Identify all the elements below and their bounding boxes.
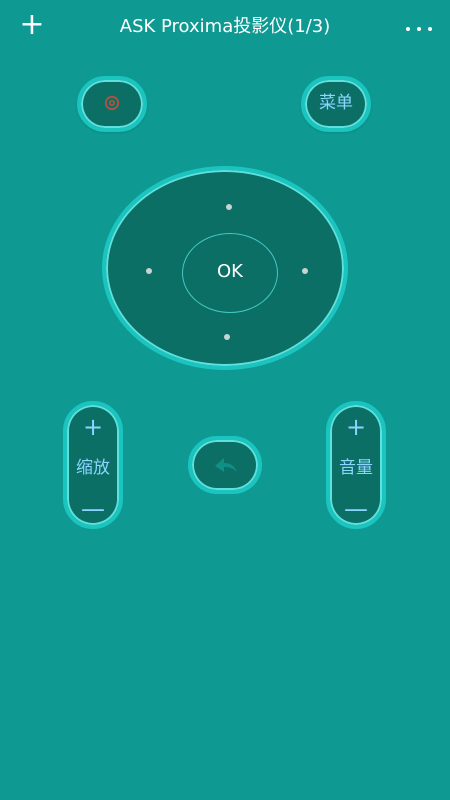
- more-dot: [417, 27, 421, 31]
- volume-control: + 音量 —: [326, 401, 386, 529]
- power-button[interactable]: [77, 76, 147, 132]
- zoom-control: + 缩放 —: [63, 401, 123, 529]
- more-dot: [428, 27, 432, 31]
- volume-up-button[interactable]: +: [330, 415, 382, 439]
- zoom-label: 缩放: [76, 458, 110, 478]
- menu-label: 菜单: [319, 93, 353, 113]
- menu-button[interactable]: 菜单: [301, 76, 371, 132]
- direction-pad: OK: [102, 166, 348, 370]
- zoom-out-button[interactable]: —: [67, 497, 119, 521]
- volume-label: 音量: [339, 458, 373, 478]
- ok-label: OK: [217, 261, 243, 282]
- add-button[interactable]: +: [19, 10, 45, 41]
- plus-icon: +: [19, 7, 45, 42]
- volume-down-button[interactable]: —: [330, 497, 382, 521]
- up-button[interactable]: [226, 204, 232, 210]
- right-button[interactable]: [302, 268, 308, 274]
- page-title: ASK Proxima投影仪(1/3): [119, 16, 331, 37]
- more-dot: [406, 27, 410, 31]
- more-button[interactable]: [404, 18, 434, 38]
- down-button[interactable]: [224, 334, 230, 340]
- zoom-in-button[interactable]: +: [67, 415, 119, 439]
- back-button[interactable]: [188, 436, 262, 494]
- left-button[interactable]: [146, 268, 152, 274]
- top-bar: + ASK Proxima投影仪(1/3): [0, 0, 450, 56]
- ok-button[interactable]: OK: [182, 233, 278, 313]
- back-arrow-icon: [215, 458, 237, 472]
- power-icon: [104, 95, 120, 111]
